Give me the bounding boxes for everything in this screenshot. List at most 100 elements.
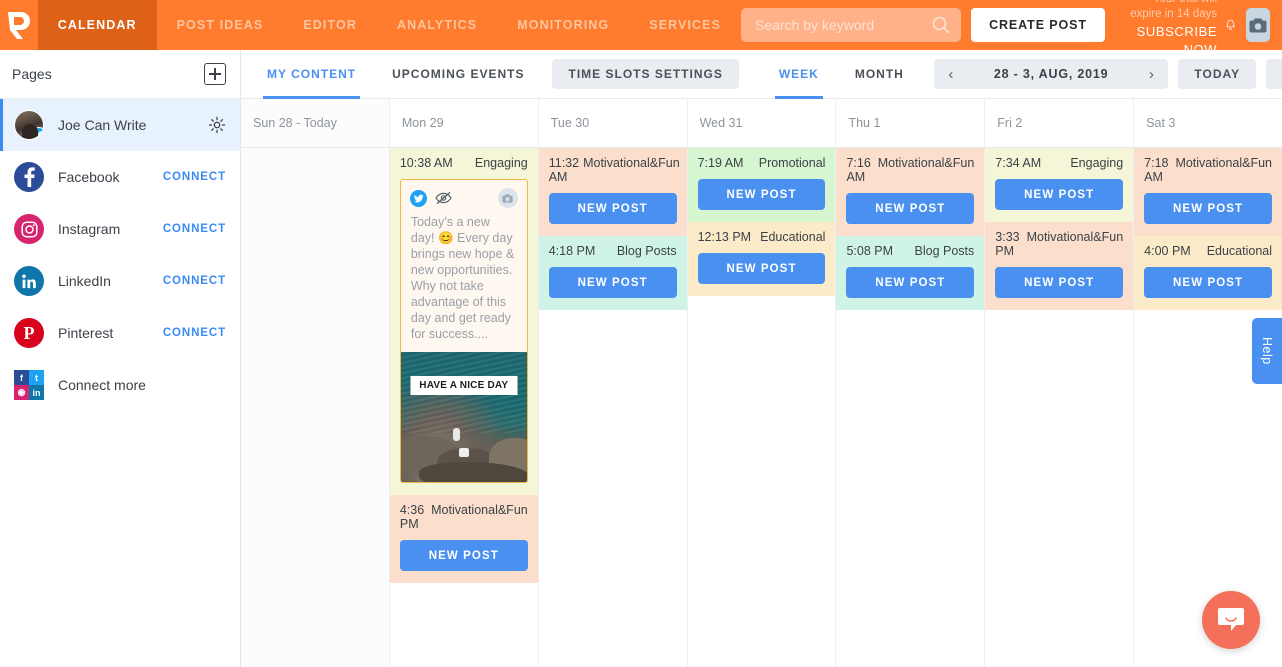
sidebar-item-joe-can-write[interactable]: Joe Can Write (0, 99, 240, 151)
date-range-navigator: ‹ 28 - 3, AUG, 2019 › (933, 59, 1169, 89)
time-slot[interactable]: 10:38 AM Engaging Today’s a new day! 😊 E… (389, 148, 538, 495)
chat-bubble-icon (1218, 608, 1244, 631)
new-post-button[interactable]: NEW POST (995, 179, 1124, 210)
help-tab-button[interactable]: Help (1252, 318, 1282, 384)
nav-item-post-ideas[interactable]: POST IDEAS (157, 0, 284, 50)
today-button[interactable]: TODAY (1178, 59, 1257, 89)
day-column-tue[interactable]: 11:32 AM Motivational&Fun NEW POST 4:18 … (538, 148, 688, 667)
pages-header: Pages (0, 50, 240, 99)
time-slot[interactable]: 4:36 PM Motivational&Fun NEW POST (389, 495, 538, 583)
search-input[interactable] (741, 8, 962, 42)
slot-category: Motivational&Fun (583, 156, 680, 170)
time-slot[interactable]: 7:16 AM Motivational&Fun NEW POST (836, 148, 985, 236)
new-post-button[interactable]: NEW POST (1144, 267, 1273, 298)
day-headers-row: Sun 28 - Today Mon 29 Tue 30 Wed 31 Thu … (241, 99, 1282, 148)
app-logo[interactable] (0, 0, 38, 50)
scheduled-post-card[interactable]: Today’s a new day! 😊 Every day brings ne… (399, 179, 528, 483)
day-column-sat[interactable]: 7:18 AM Motivational&Fun NEW POST 4:00 P… (1134, 148, 1282, 667)
new-post-button[interactable]: NEW POST (846, 193, 975, 224)
media-attachment-icon[interactable] (497, 188, 518, 208)
day-column-mon[interactable]: 10:38 AM Engaging Today’s a new day! 😊 E… (389, 148, 539, 667)
notification-bell-icon[interactable] (1225, 15, 1236, 35)
tab-upcoming-events[interactable]: UPCOMING EVENTS (374, 50, 542, 99)
sidebar-item-pinterest[interactable]: P Pinterest CONNECT (0, 307, 240, 359)
time-slot[interactable]: 12:13 PM Educational NEW POST (687, 222, 836, 296)
day-header-sat: Sat 3 (1134, 99, 1282, 147)
day-column-wed[interactable]: 7:19 AM Promotional NEW POST 12:13 PM Ed… (687, 148, 837, 667)
tab-my-content[interactable]: MY CONTENT (249, 50, 374, 99)
time-slot[interactable]: 7:34 AM Engaging NEW POST (985, 148, 1134, 222)
add-page-button[interactable] (204, 63, 226, 85)
new-post-button[interactable]: NEW POST (697, 179, 826, 210)
nav-label: POST IDEAS (176, 18, 264, 32)
nav-label: CALENDAR (57, 18, 137, 32)
time-slot[interactable]: 7:18 AM Motivational&Fun NEW POST (1134, 148, 1282, 236)
instagram-icon (14, 214, 44, 244)
nav-label: EDITOR (303, 18, 357, 32)
connect-button-instagram[interactable]: CONNECT (163, 223, 226, 235)
slot-header: 7:19 AM Promotional (698, 156, 826, 170)
nav-item-analytics[interactable]: ANALYTICS (377, 0, 497, 50)
time-slot[interactable]: 4:18 PM Blog Posts NEW POST (538, 236, 687, 310)
new-post-button[interactable]: NEW POST (995, 267, 1124, 298)
next-week-button[interactable]: › (1134, 59, 1168, 89)
time-slot[interactable]: 7:19 AM Promotional NEW POST (687, 148, 836, 222)
new-post-button[interactable]: NEW POST (846, 267, 975, 298)
eye-slash-icon[interactable] (435, 191, 452, 205)
slot-time: 4:00 PM (1144, 244, 1191, 258)
nav-item-monitoring[interactable]: MONITORING (497, 0, 629, 50)
slot-category: Promotional (758, 156, 826, 170)
sidebar-item-facebook[interactable]: Facebook CONNECT (0, 151, 240, 203)
slot-category: Motivational&Fun (431, 503, 528, 517)
day-column-sun[interactable] (241, 148, 390, 667)
tab-week[interactable]: WEEK (761, 50, 837, 99)
slot-category: Educational (1206, 244, 1273, 258)
tab-month[interactable]: MONTH (837, 50, 922, 99)
sidebar-item-connect-more[interactable]: f t ◉ in Connect more (0, 359, 240, 411)
screenshot-camera-button[interactable] (1246, 8, 1270, 42)
twitter-icon (409, 189, 427, 207)
promorepublic-logo-icon (7, 12, 30, 39)
new-post-button[interactable]: NEW POST (548, 193, 677, 224)
connect-button-pinterest[interactable]: CONNECT (163, 327, 226, 339)
new-post-button[interactable]: NEW POST (399, 540, 528, 571)
new-post-button[interactable]: NEW POST (1144, 193, 1273, 224)
time-slot[interactable]: 3:33 PM Motivational&Fun NEW POST (985, 222, 1134, 310)
search-icon[interactable] (931, 15, 951, 35)
sidebar-item-instagram[interactable]: Instagram CONNECT (0, 203, 240, 255)
day-header-tue: Tue 30 (538, 99, 688, 147)
slot-category: Motivational&Fun (877, 156, 975, 170)
gear-icon[interactable] (208, 116, 226, 134)
day-column-fri[interactable]: 7:34 AM Engaging NEW POST 3:33 PM Motiva… (985, 148, 1135, 667)
day-column-thu[interactable]: 7:16 AM Motivational&Fun NEW POST 5:08 P… (836, 148, 986, 667)
create-post-button[interactable]: CREATE POST (971, 8, 1105, 42)
export-button[interactable]: EXPORT (1266, 59, 1282, 89)
nav-label: ANALYTICS (396, 18, 478, 32)
nav-item-services[interactable]: SERVICES (629, 0, 741, 50)
time-slots-settings-button[interactable]: TIME SLOTS SETTINGS (552, 59, 739, 89)
tab-label: UPCOMING EVENTS (392, 67, 525, 81)
trial-text: Your trial will expire in 14 days SUBSCR… (1123, 0, 1217, 58)
main-nav-items: CALENDAR POST IDEAS EDITOR ANALYTICS MON… (37, 0, 741, 50)
slot-time: 11:32 AM (548, 156, 580, 184)
chat-launcher-button[interactable] (1202, 591, 1260, 649)
nav-item-editor[interactable]: EDITOR (283, 0, 377, 50)
nav-item-calendar[interactable]: CALENDAR (37, 0, 157, 50)
time-slot[interactable]: 11:32 AM Motivational&Fun NEW POST (538, 148, 687, 236)
time-slot[interactable]: 5:08 PM Blog Posts NEW POST (836, 236, 985, 310)
pages-title: Pages (12, 66, 52, 82)
trial-notice: Your trial will expire in 14 days SUBSCR… (1123, 0, 1236, 57)
post-image-caption: HAVE A NICE DAY (410, 376, 518, 395)
connect-button-facebook[interactable]: CONNECT (163, 171, 226, 183)
new-post-button[interactable]: NEW POST (548, 267, 677, 298)
prev-week-button[interactable]: ‹ (934, 59, 968, 89)
subscribe-now-link[interactable]: SUBSCRIBE NOW (1123, 23, 1217, 58)
slot-header: 4:18 PM Blog Posts (549, 244, 677, 258)
new-post-button[interactable]: NEW POST (697, 253, 826, 284)
nav-label: MONITORING (517, 18, 610, 32)
time-slot[interactable]: 4:00 PM Educational NEW POST (1134, 236, 1282, 310)
sidebar-item-linkedin[interactable]: LinkedIn CONNECT (0, 255, 240, 307)
connect-button-linkedin[interactable]: CONNECT (163, 275, 226, 287)
sidebar-item-label: LinkedIn (58, 273, 111, 289)
slot-time: 5:08 PM (846, 244, 893, 258)
